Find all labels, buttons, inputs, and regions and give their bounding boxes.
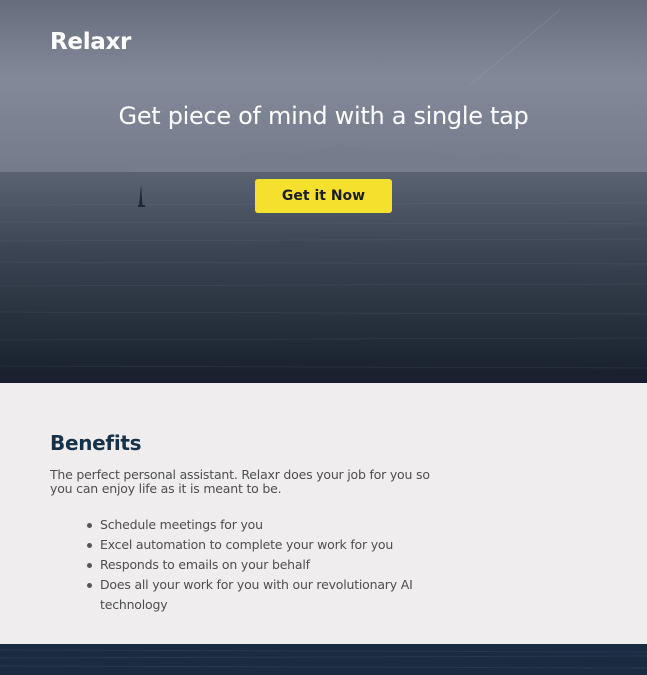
get-it-now-button[interactable]: Get it Now [255, 179, 392, 213]
hero-section: Relaxr Get piece of mind with a single t… [0, 0, 647, 383]
brand-logo[interactable]: Relaxr [50, 29, 131, 55]
footer-background-image [0, 644, 647, 675]
hero-headline: Get piece of mind with a single tap [118, 102, 529, 130]
footer-image-strip [0, 644, 647, 675]
list-item: Does all your work for you with our revo… [87, 575, 430, 615]
list-item: Responds to emails on your behalf [87, 555, 430, 575]
list-item: Schedule meetings for you [87, 515, 430, 535]
list-item: Excel automation to complete your work f… [87, 535, 430, 555]
benefits-section: Benefits The perfect personal assistant.… [0, 383, 647, 644]
benefits-title: Benefits [50, 431, 142, 455]
benefits-list: Schedule meetings for you Excel automati… [87, 515, 430, 615]
benefits-intro: The perfect personal assistant. Relaxr d… [50, 467, 430, 496]
